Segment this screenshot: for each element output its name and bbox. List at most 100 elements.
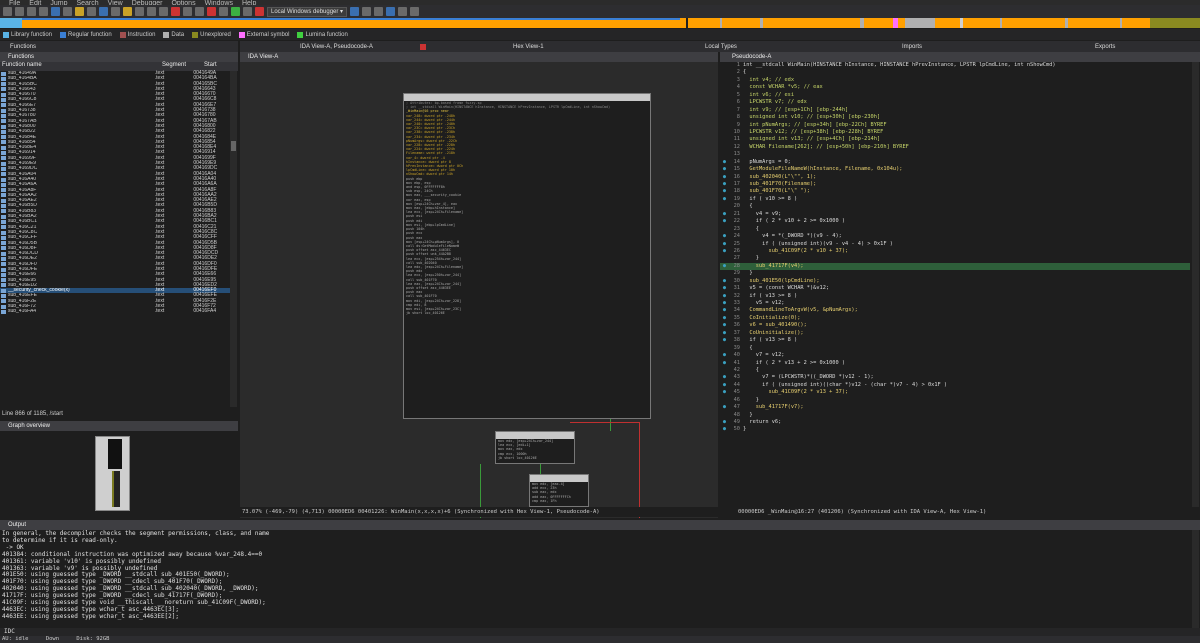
pseudocode-line[interactable]: 8 unsigned int v10; // [esp+30h] [ebp-23… bbox=[720, 114, 1190, 121]
tab-imports[interactable]: Imports bbox=[902, 44, 922, 50]
graph-overview[interactable] bbox=[0, 431, 238, 515]
pseudocode-line[interactable]: 12 WCHAR Filename[262]; // [esp+50h] [eb… bbox=[720, 144, 1190, 151]
pseudocode-line[interactable]: ● 26 sub_41C09F(2 * v10 + 37); bbox=[720, 248, 1190, 255]
function-icon[interactable] bbox=[159, 7, 168, 16]
pseudocode-line[interactable]: ● 44 if ( (unsigned int)((char *)v12 - (c… bbox=[720, 382, 1190, 389]
run-to-cursor-icon[interactable] bbox=[386, 7, 396, 16]
pseudocode-line[interactable]: ● 35 CoInitialize(0); bbox=[720, 315, 1190, 322]
pseudocode-line[interactable]: ● 21 v4 = v9; bbox=[720, 211, 1190, 218]
pseudocode-line[interactable]: 27 } bbox=[720, 255, 1190, 262]
pseudocode-line[interactable]: 39 { bbox=[720, 345, 1190, 352]
graph-node-3[interactable]: mov edx, [eax-4] add ecx, 23h sub eax, edx… bbox=[529, 474, 589, 507]
pseudocode-line[interactable]: 1 int __stdcall WinMain(HINSTANCE hInstan… bbox=[720, 62, 1190, 69]
array-icon[interactable] bbox=[135, 7, 144, 16]
pseudocode-line[interactable]: 11 unsigned int v13; // [esp+4Ch] [ebp-2… bbox=[720, 136, 1190, 143]
pseudocode-line[interactable]: 42 { bbox=[720, 367, 1190, 374]
pseudocode-line[interactable]: ● 16 sub_402040(L"\"", 1); bbox=[720, 174, 1190, 181]
pseudocode-line[interactable]: ● 36 v6 = sub_401490(); bbox=[720, 322, 1190, 329]
pseudocode-line[interactable]: 6 LPCWSTR v7; // edx bbox=[720, 99, 1190, 106]
command-line-language[interactable]: IDC bbox=[4, 628, 15, 635]
string-icon[interactable] bbox=[123, 7, 132, 16]
back-icon[interactable] bbox=[27, 7, 36, 16]
column-function-name[interactable]: Function name bbox=[0, 62, 162, 71]
search-icon[interactable] bbox=[63, 7, 72, 16]
pseudocode-line[interactable]: ● 24 v4 = *(_DWORD *)(v9 - 4); bbox=[720, 233, 1190, 240]
pseudocode-line[interactable]: 46 } bbox=[720, 397, 1190, 404]
pseudocode-line[interactable]: ● 33 v5 = v12; bbox=[720, 300, 1190, 307]
pseudocode-line[interactable]: 4 const WCHAR *v5; // eax bbox=[720, 84, 1190, 91]
debugger-select[interactable]: Local Windows debugger ▾ bbox=[267, 6, 348, 17]
pseudocode-line[interactable]: 20 { bbox=[720, 203, 1190, 210]
text-search-icon[interactable] bbox=[75, 7, 84, 16]
pseudocode-line[interactable]: ● 19 if ( v10 >= 8 ) bbox=[720, 196, 1190, 203]
graph-node-main[interactable]: ; Attributes: bp-based frame fuzzy-sp; i… bbox=[403, 93, 651, 419]
step-over-icon[interactable] bbox=[362, 7, 372, 16]
pseudocode-line[interactable]: ● 17 sub_401F70(Filename); bbox=[720, 181, 1190, 188]
pseudocode-line[interactable]: ● 14 pNumArgs = 0; bbox=[720, 159, 1190, 166]
pseudocode-line[interactable]: ● 47 sub_41717F(v7); bbox=[720, 404, 1190, 411]
ida-view-pane[interactable]: IDA View-A ; Attributes: bp-based frame … bbox=[240, 52, 718, 518]
pseudocode-line[interactable]: ● 28 sub_41717F(v4); bbox=[720, 262, 1190, 271]
plus-icon[interactable] bbox=[219, 7, 228, 16]
stop-icon[interactable] bbox=[255, 7, 264, 16]
tab-functions[interactable]: Functions bbox=[0, 44, 36, 50]
pseudocode-line[interactable]: ● 41 if ( 2 * v13 + 2 >= 0x1000 ) bbox=[720, 360, 1190, 367]
pseudocode-line[interactable]: ● 49 return v6; bbox=[720, 419, 1190, 426]
pseudocode-line[interactable]: ● 15 GetModuleFileNameW(hInstance, Filena… bbox=[720, 166, 1190, 173]
threads-icon[interactable] bbox=[398, 7, 408, 16]
pseudocode-line[interactable]: ● 32 if ( v13 >= 8 ) bbox=[720, 293, 1190, 300]
pseudocode-line[interactable]: 23 { bbox=[720, 226, 1190, 233]
pseudocode-line[interactable]: ● 25 if ( (unsigned int)(v9 - v4 - 4) > 0… bbox=[720, 241, 1190, 248]
pseudocode-line[interactable]: 10 LPCWSTR v12; // [esp+38h] [ebp-228h] … bbox=[720, 129, 1190, 136]
undefine-icon[interactable] bbox=[147, 7, 156, 16]
pseudocode-line[interactable]: ● 43 v7 = (LPCWSTR)*((_DWORD *)v12 - 1); bbox=[720, 374, 1190, 381]
functions-scrollbar[interactable] bbox=[230, 71, 237, 407]
pseudocode-line[interactable]: ● 31 v5 = (const WCHAR *)&v12; bbox=[720, 285, 1190, 292]
debug-icon[interactable] bbox=[207, 7, 216, 16]
pseudocode-line[interactable]: ● 45 sub_41C09F(2 * v13 + 37); bbox=[720, 389, 1190, 396]
pseudocode-line[interactable]: 2{ bbox=[720, 69, 1190, 76]
pause-icon[interactable] bbox=[243, 7, 252, 16]
save-icon[interactable] bbox=[15, 7, 24, 16]
step-into-icon[interactable] bbox=[350, 7, 360, 16]
forward-icon[interactable] bbox=[39, 7, 48, 16]
binary-search-icon[interactable] bbox=[87, 7, 96, 16]
step-out-icon[interactable] bbox=[374, 7, 384, 16]
pseudocode-line[interactable]: 3 int v4; // edx bbox=[720, 77, 1190, 84]
pseudocode-line[interactable]: 29 } bbox=[720, 270, 1190, 277]
tab-ida-view-pseudocode[interactable]: IDA View-A, Pseudocode-A bbox=[300, 44, 373, 50]
pseudocode-line[interactable]: ● 30 sub_401E50(lpCmdLine); bbox=[720, 278, 1190, 285]
pseudocode-line[interactable]: ● 18 sub_401F70(L"\" "); bbox=[720, 188, 1190, 195]
graph-icon[interactable] bbox=[183, 7, 192, 16]
run-icon[interactable] bbox=[231, 7, 240, 16]
output-scrollbar[interactable] bbox=[1192, 530, 1199, 628]
graph-node-2[interactable]: mov edx, [esp+24Ch+var_244] lea ecx, [edi… bbox=[495, 431, 575, 464]
jump-icon[interactable] bbox=[51, 7, 60, 16]
pseudocode-scrollbar[interactable] bbox=[1192, 62, 1199, 508]
pseudocode-line[interactable]: 9 int pNumArgs; // [esp+34h] [ebp-22Ch] … bbox=[720, 122, 1190, 129]
pseudocode-line[interactable]: 48 } bbox=[720, 412, 1190, 419]
pseudocode-line[interactable]: 13 bbox=[720, 151, 1190, 158]
pseudocode-line[interactable]: ● 34 CommandLineToArgvW(v5, &pNumArgs); bbox=[720, 307, 1190, 314]
command-line[interactable]: IDC bbox=[0, 628, 1200, 636]
breakpoint-icon[interactable] bbox=[171, 7, 180, 16]
function-row[interactable]: sub_416FA4 .text 00416FA4 bbox=[0, 309, 230, 314]
code-icon[interactable] bbox=[99, 7, 108, 16]
pseudocode-line[interactable]: ● 37 CoUninitialize(); bbox=[720, 330, 1190, 337]
pseudocode-line[interactable]: 5 int v6; // esi bbox=[720, 92, 1190, 99]
pseudocode-line[interactable]: 7 int v9; // [esp+1Ch] [ebp-244h] bbox=[720, 107, 1190, 114]
tab-local-types[interactable]: Local Types bbox=[705, 44, 737, 50]
data-icon[interactable] bbox=[111, 7, 120, 16]
tab-hex-view[interactable]: Hex View-1 bbox=[513, 44, 544, 50]
xref-icon[interactable] bbox=[195, 7, 204, 16]
open-icon[interactable] bbox=[3, 7, 12, 16]
pseudocode-line[interactable]: ● 38 if ( v13 >= 8 ) bbox=[720, 337, 1190, 344]
pseudocode-line[interactable]: ● 50} bbox=[720, 426, 1190, 433]
pseudocode-pane[interactable]: Pseudocode-A 1 int __stdcall WinMain(HINS… bbox=[720, 52, 1200, 518]
modules-icon[interactable] bbox=[410, 7, 420, 16]
navigation-band[interactable] bbox=[0, 18, 1200, 28]
close-icon[interactable] bbox=[420, 43, 426, 50]
pseudocode-line[interactable]: ● 40 v7 = v12; bbox=[720, 352, 1190, 359]
pseudocode-line[interactable]: ● 22 if ( 2 * v10 + 2 >= 0x1000 ) bbox=[720, 218, 1190, 225]
tab-exports[interactable]: Exports bbox=[1095, 44, 1115, 50]
